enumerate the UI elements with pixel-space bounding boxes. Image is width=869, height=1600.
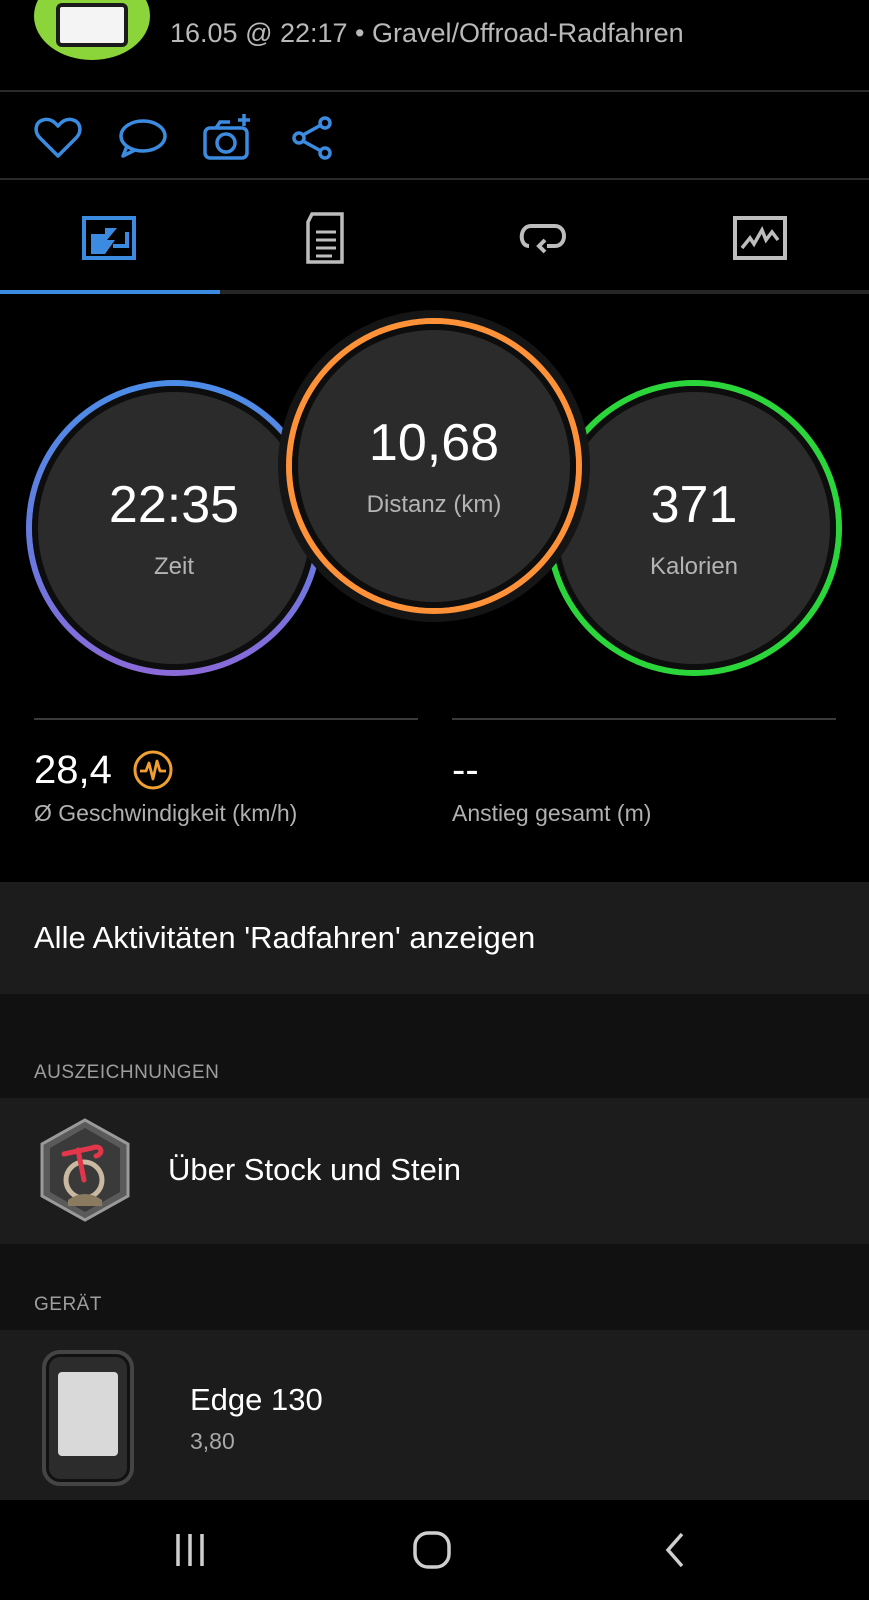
time-label: Zeit <box>153 553 194 580</box>
award-title: Über Stock und Stein <box>168 1152 461 1187</box>
tab-laps[interactable] <box>434 182 651 294</box>
ascent-label: Anstieg gesamt (m) <box>452 800 652 826</box>
distance-label: Distanz (km) <box>366 491 502 518</box>
divider <box>452 718 836 720</box>
active-tab-indicator <box>0 290 220 294</box>
ascent-value: -- <box>452 747 479 792</box>
home-icon <box>413 1531 451 1569</box>
tab-bar <box>0 182 869 294</box>
calories-label: Kalorien <box>649 553 739 580</box>
speed-value: 28,4 <box>34 747 112 792</box>
award-row[interactable]: Über Stock und Stein <box>0 1098 869 1244</box>
device-row[interactable]: Edge 130 3,80 <box>0 1330 869 1500</box>
calories-value: 371 <box>650 476 738 534</box>
speed-stat: 28,4 Ø Geschwindigkeit (km/h) <box>34 718 418 827</box>
laps-tab-icon <box>519 224 566 254</box>
ascent-stat: -- Anstieg gesamt (m) <box>452 718 836 827</box>
heart-icon[interactable] <box>32 112 84 164</box>
action-bar <box>0 94 869 180</box>
activity-badge-icon <box>34 0 150 60</box>
summary-circles: 22:35 Zeit 371 Kalorien 10,68 Distanz (k… <box>0 310 869 690</box>
recent-apps-button[interactable] <box>160 1528 220 1572</box>
tab-charts[interactable] <box>651 182 868 294</box>
add-photo-icon[interactable] <box>202 112 254 164</box>
activity-header: 16.05 @ 22:17 • Gravel/Offroad-Radfahren <box>0 0 869 92</box>
time-circle: 22:35 Zeit <box>26 380 322 676</box>
view-all-activities-link[interactable]: Alle Aktivitäten 'Radfahren' anzeigen <box>0 882 869 994</box>
activity-subtitle: 16.05 @ 22:17 • Gravel/Offroad-Radfahren <box>170 18 684 48</box>
divider <box>34 718 418 720</box>
home-button[interactable] <box>402 1528 462 1572</box>
speed-label: Ø Geschwindigkeit (km/h) <box>34 800 298 826</box>
recent-apps-icon <box>176 1534 204 1566</box>
section-gap: GERÄT <box>0 1244 869 1330</box>
back-icon <box>665 1532 684 1568</box>
heart-rate-icon[interactable] <box>132 749 174 791</box>
comment-icon[interactable] <box>117 112 169 164</box>
section-gap: AUSZEICHNUNGEN <box>0 994 869 1098</box>
summary-tab-icon <box>81 216 136 260</box>
back-button[interactable] <box>646 1528 706 1572</box>
distance-circle: 10,68 Distanz (km) <box>286 318 582 614</box>
device-image <box>42 1350 134 1486</box>
distance-value: 10,68 <box>368 414 500 472</box>
time-value: 22:35 <box>108 476 240 534</box>
charts-tab-icon <box>732 216 787 260</box>
calories-circle: 371 Kalorien <box>546 380 842 676</box>
details-tab-icon <box>305 212 344 264</box>
tab-details[interactable] <box>217 182 434 294</box>
share-icon[interactable] <box>287 112 339 164</box>
award-badge-icon <box>40 1118 130 1222</box>
system-nav-bar <box>0 1500 869 1600</box>
awards-section-label: AUSZEICHNUNGEN <box>34 1062 220 1083</box>
device-version: 3,80 <box>190 1428 235 1454</box>
device-section-label: GERÄT <box>34 1294 102 1315</box>
tab-summary[interactable] <box>0 182 217 294</box>
device-name: Edge 130 <box>190 1382 323 1417</box>
